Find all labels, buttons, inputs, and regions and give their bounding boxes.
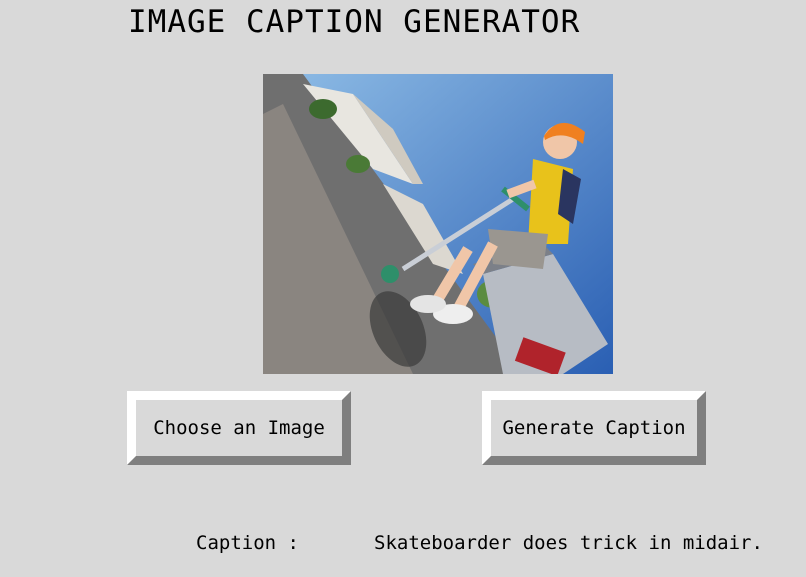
generate-caption-button[interactable]: Generate Caption <box>482 391 706 465</box>
choose-image-button[interactable]: Choose an Image <box>127 391 351 465</box>
caption-text: Skateboarder does trick in midair. <box>374 532 763 554</box>
app-title: IMAGE CAPTION GENERATOR <box>128 4 581 40</box>
photo-icon <box>263 74 613 374</box>
choose-image-button-label: Choose an Image <box>136 400 342 456</box>
caption-label: Caption : <box>196 532 299 554</box>
selected-image <box>263 74 613 374</box>
generate-caption-button-label: Generate Caption <box>491 400 697 456</box>
